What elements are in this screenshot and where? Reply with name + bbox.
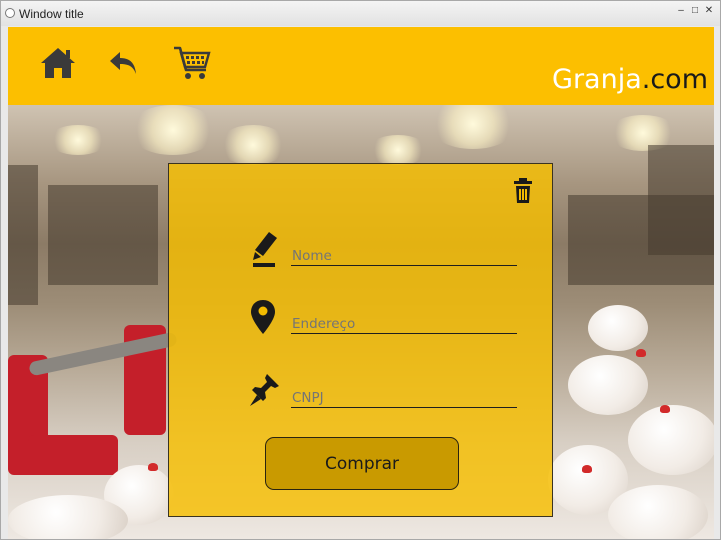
client-area: Granja.com Nome Endereço CNPJ Comprar: [8, 27, 714, 539]
brand-logo: Granja.com: [552, 63, 708, 97]
endereco-input[interactable]: [291, 314, 517, 334]
header-bar: Granja.com: [8, 27, 714, 105]
trash-icon: [512, 178, 534, 208]
maximize-icon[interactable]: □: [690, 5, 700, 17]
push-pin-icon: [249, 372, 281, 412]
cnpj-field-row: [249, 372, 519, 412]
brand-suffix: .com: [641, 64, 708, 95]
comprar-button[interactable]: Comprar: [265, 437, 459, 490]
brand-name: Granja: [552, 64, 642, 95]
comprar-label: Comprar: [324, 453, 400, 474]
close-icon[interactable]: ✕: [704, 5, 714, 17]
cart-button[interactable]: [170, 45, 214, 85]
cart-icon: [172, 44, 212, 87]
pen-icon: [249, 230, 281, 270]
minimize-icon[interactable]: –: [676, 5, 686, 17]
map-pin-icon: [249, 298, 281, 338]
back-button[interactable]: [102, 45, 146, 85]
title-bar[interactable]: Window title – □ ✕: [1, 1, 720, 26]
window-title: Window title: [19, 7, 84, 21]
clear-form-button[interactable]: [512, 178, 534, 204]
endereco-field-row: [249, 298, 519, 338]
app-window: Window title – □ ✕ Granja.com Nome Ender…: [0, 0, 721, 540]
cnpj-input[interactable]: [291, 388, 517, 408]
home-button[interactable]: [36, 45, 80, 85]
window-controls: – □ ✕: [676, 5, 714, 17]
app-icon: [5, 8, 15, 18]
home-icon: [39, 46, 77, 85]
nome-input[interactable]: [291, 246, 517, 266]
nome-field-row: [249, 230, 519, 270]
purchase-form-panel: Comprar: [168, 163, 553, 517]
back-arrow-icon: [108, 48, 140, 83]
